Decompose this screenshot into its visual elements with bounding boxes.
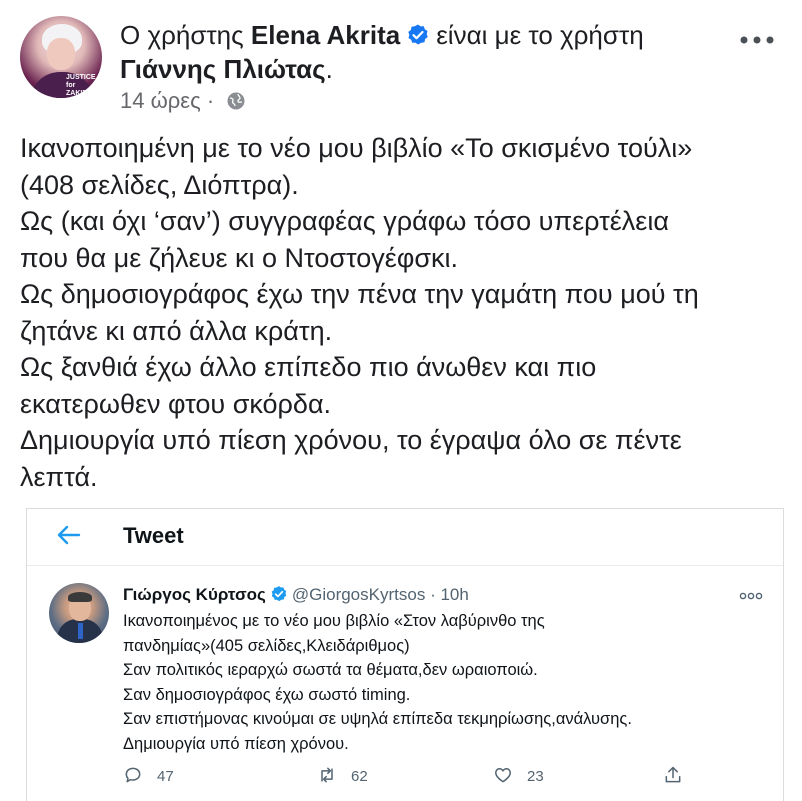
tweet-page-title: Tweet: [123, 523, 184, 548]
post-line: ζητάνε κι από άλλα κράτη.: [20, 315, 333, 346]
tweet-line: Ικανοποιημένος με το νέο μου βιβλίο «Στο…: [123, 612, 545, 630]
like-button[interactable]: 23: [493, 765, 544, 789]
like-count: 23: [527, 768, 544, 785]
reply-icon: [125, 767, 141, 783]
header-prefix: Ο χρήστης: [120, 20, 244, 50]
tweet-separator: ·: [430, 585, 436, 604]
post-line: λεπτά.: [20, 461, 98, 492]
tweet-line: Σαν δημοσιογράφος έχω σωστό timing.: [123, 685, 411, 704]
post-line: Ως ξανθιά έχω άλλο επίπεδο πιο άνωθεν κα…: [20, 352, 597, 382]
post-meta: 14 ώρες ·: [120, 88, 246, 114]
reply-button[interactable]: 47: [123, 765, 174, 789]
post-line: Ικανοποιημένη με το νέο μου βιβλίο «Το σ…: [20, 133, 693, 163]
author-avatar[interactable]: JUSTICE for ZAKIE: [20, 16, 102, 98]
tweet-verified-icon: [271, 586, 287, 602]
header-line-tagged: Γιάννης Πλιώτας.: [120, 54, 333, 84]
post-line: Ως (και όχι ‘σαν’) συγγραφέας γράφω τόσο…: [20, 206, 669, 236]
tweet-author-avatar[interactable]: [49, 583, 109, 643]
share-icon: [665, 766, 681, 783]
header-with-text: είναι με το χρήστη: [436, 20, 644, 50]
tagged-user-link[interactable]: Γιάννης Πλιώτας: [120, 54, 326, 84]
verified-icon: [408, 24, 428, 45]
post-body: Ικανοποιημένη με το νέο μου βιβλίο «Το σ…: [20, 130, 790, 495]
tweet-topbar: Tweet: [27, 509, 783, 566]
post-time[interactable]: 14 ώρες: [120, 88, 201, 113]
post-line: που θα με ζήλευε κι ο Ντοστογέφσκι.: [20, 242, 459, 273]
reply-count: 47: [157, 768, 174, 785]
post-line: Δημιουργία υπό πίεση χρόνου, το έγραψα ό…: [20, 425, 682, 455]
post-line: (408 σελίδες, Διόπτρα).: [20, 169, 299, 200]
tweet-screenshot: Tweet Γιώργος Κύρτσος @GiorgosKyrtsos · 1…: [26, 508, 784, 801]
tweet-line: Δημιουργία υπό πίεση χρόνου.: [123, 734, 349, 753]
post-line: εκατερωθεν φτου σκόρδα.: [20, 388, 332, 419]
tweet-line: πανδημίας»(405 σελίδες,Κλειδάριθμος): [123, 636, 410, 655]
tweet-handle[interactable]: @GiorgosKyrtsos: [292, 585, 425, 604]
retweet-icon: [321, 767, 333, 783]
post-header: JUSTICE for ZAKIE Ο χρήστης Elena Akrita…: [0, 0, 802, 118]
tagged-suffix: .: [325, 54, 333, 84]
tweet-author-name[interactable]: Γιώργος Κύρτσος: [123, 585, 266, 604]
tweet-line: Σαν επιστήμονας κινούμαι σε υψηλά επίπεδ…: [123, 710, 632, 728]
globe-icon: [227, 92, 245, 110]
header-line: Ο χρήστης Elena Akrita είναι με το χρήστη: [120, 20, 644, 50]
tweet-actions: 47 62 23: [123, 765, 763, 789]
meta-dot: ·: [206, 88, 215, 113]
back-arrow-icon[interactable]: [57, 525, 81, 545]
author-name-link[interactable]: Elena Akrita: [251, 20, 400, 50]
tweet-more-icon[interactable]: [739, 591, 763, 601]
heart-icon: [495, 768, 511, 783]
tweet-time[interactable]: 10h: [440, 585, 468, 604]
more-options-icon[interactable]: [738, 30, 778, 50]
tweet-line: Σαν πολιτικός ιεραρχώ σωστά τα θέματα,δε…: [123, 661, 538, 679]
post-line: Ως δημοσιογράφος έχω την πένα την γαμάτη…: [20, 279, 699, 309]
tweet-author-row: Γιώργος Κύρτσος @GiorgosKyrtsos · 10h: [123, 583, 469, 607]
avatar-badge-text: JUSTICE for ZAKIE: [66, 74, 96, 97]
tweet-body: Ικανοποιημένος με το νέο μου βιβλίο «Στο…: [123, 609, 773, 756]
retweet-count: 62: [351, 768, 368, 785]
share-button[interactable]: [663, 765, 697, 789]
retweet-button[interactable]: 62: [317, 765, 368, 789]
